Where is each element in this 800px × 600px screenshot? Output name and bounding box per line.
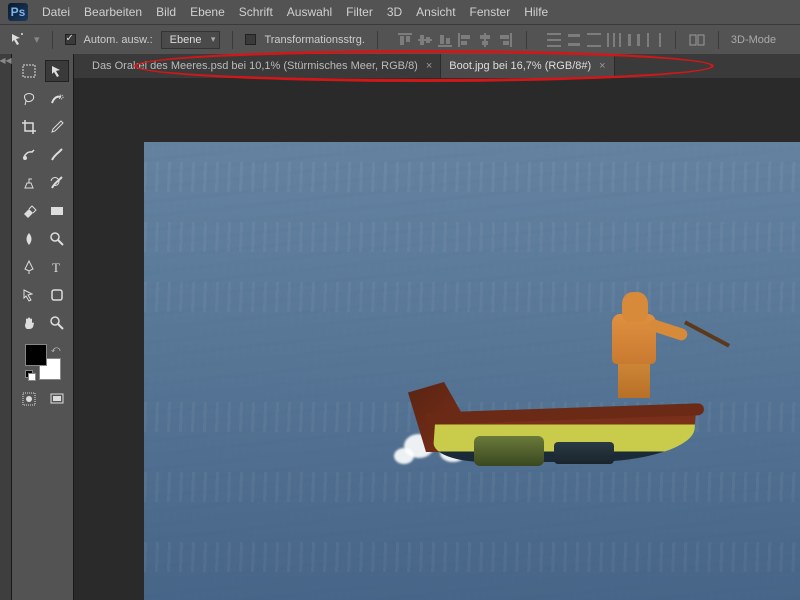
- document-tabs: Das Orakel des Meeres.psd bei 10,1% (Stü…: [74, 54, 800, 78]
- menu-image[interactable]: Bild: [156, 5, 176, 19]
- marquee-tool[interactable]: [17, 60, 41, 82]
- crop-tool[interactable]: [17, 116, 41, 138]
- boat-hull: [414, 402, 714, 462]
- brush-tool[interactable]: [45, 144, 69, 166]
- document-tab-2-label: Boot.jpg bei 16,7% (RGB/8#): [449, 60, 591, 72]
- dist-right-icon[interactable]: [645, 31, 663, 49]
- foreground-color[interactable]: [25, 344, 47, 366]
- align-hcenter-icon[interactable]: [476, 31, 494, 49]
- fishing-gear: [554, 442, 614, 464]
- eraser-tool[interactable]: [17, 200, 41, 222]
- healing-brush-tool[interactable]: [17, 144, 41, 166]
- menu-window[interactable]: Fenster: [470, 5, 511, 19]
- shape-tool[interactable]: [45, 284, 69, 306]
- dist-left-icon[interactable]: [605, 31, 623, 49]
- align-top-icon[interactable]: [396, 31, 414, 49]
- menu-filter[interactable]: Filter: [346, 5, 373, 19]
- quick-mask-tool[interactable]: [17, 388, 41, 410]
- clone-stamp-tool[interactable]: [17, 172, 41, 194]
- dodge-tool[interactable]: [45, 228, 69, 250]
- eyedropper-tool[interactable]: [45, 116, 69, 138]
- dist-hcenter-icon[interactable]: [625, 31, 643, 49]
- menu-bar: Ps Datei Bearbeiten Bild Ebene Schrift A…: [0, 0, 800, 24]
- screen-mode-tool[interactable]: [45, 388, 69, 410]
- path-select-tool[interactable]: [17, 284, 41, 306]
- menu-type[interactable]: Schrift: [239, 5, 273, 19]
- quick-select-tool[interactable]: [45, 88, 69, 110]
- toolbox: T ⤺: [12, 54, 74, 600]
- pen-tool[interactable]: [17, 256, 41, 278]
- swap-colors-icon[interactable]: ⤺: [51, 344, 61, 355]
- align-vcenter-icon[interactable]: [416, 31, 434, 49]
- menu-edit[interactable]: Bearbeiten: [84, 5, 142, 19]
- distribute-buttons: [545, 31, 663, 49]
- auto-select-label: Autom. ausw.:: [84, 34, 153, 46]
- type-tool[interactable]: T: [45, 256, 69, 278]
- document-tab-1[interactable]: Das Orakel des Meeres.psd bei 10,1% (Stü…: [84, 54, 441, 78]
- fishing-gear: [474, 436, 544, 466]
- boat: [414, 332, 714, 472]
- color-swatches[interactable]: ⤺: [25, 344, 61, 380]
- close-tab-icon[interactable]: ×: [426, 60, 432, 72]
- auto-select-checkbox[interactable]: [65, 34, 76, 45]
- toolbox-collapse-handle[interactable]: ◀◀: [0, 54, 12, 600]
- align-bottom-icon[interactable]: [436, 31, 454, 49]
- hand-tool[interactable]: [17, 312, 41, 334]
- auto-select-target-dropdown[interactable]: Ebene: [161, 31, 221, 49]
- svg-text:T: T: [52, 260, 60, 275]
- document-canvas[interactable]: [144, 142, 800, 600]
- show-transform-checkbox[interactable]: [245, 34, 256, 45]
- active-tool-indicator[interactable]: [10, 32, 26, 48]
- move-tool[interactable]: [45, 60, 69, 82]
- gradient-tool[interactable]: [45, 200, 69, 222]
- menu-layer[interactable]: Ebene: [190, 5, 225, 19]
- app-logo: Ps: [8, 3, 28, 21]
- menu-file[interactable]: Datei: [42, 5, 70, 19]
- canvas-area: Das Orakel des Meeres.psd bei 10,1% (Stü…: [74, 54, 800, 600]
- menu-select[interactable]: Auswahl: [287, 5, 332, 19]
- document-tab-2[interactable]: Boot.jpg bei 16,7% (RGB/8#) ×: [441, 54, 614, 78]
- menu-help[interactable]: Hilfe: [524, 5, 548, 19]
- blur-tool[interactable]: [17, 228, 41, 250]
- show-transform-label: Transformationsstrg.: [264, 34, 364, 46]
- dist-vcenter-icon[interactable]: [565, 31, 583, 49]
- align-right-icon[interactable]: [496, 31, 514, 49]
- close-tab-icon[interactable]: ×: [599, 60, 605, 72]
- options-bar: ▾ Autom. ausw.: Ebene Transformationsstr…: [0, 24, 800, 54]
- fisherman: [604, 292, 664, 402]
- zoom-tool[interactable]: [45, 312, 69, 334]
- dist-top-icon[interactable]: [545, 31, 563, 49]
- 3d-mode-label[interactable]: 3D-Mode: [731, 34, 776, 46]
- lasso-tool[interactable]: [17, 88, 41, 110]
- auto-align-icon[interactable]: [688, 31, 706, 49]
- menu-view[interactable]: Ansicht: [416, 5, 455, 19]
- dist-bottom-icon[interactable]: [585, 31, 603, 49]
- history-brush-tool[interactable]: [45, 172, 69, 194]
- align-buttons: [396, 31, 514, 49]
- align-left-icon[interactable]: [456, 31, 474, 49]
- default-colors-icon[interactable]: [25, 370, 35, 380]
- menu-3d[interactable]: 3D: [387, 5, 402, 19]
- document-tab-1-label: Das Orakel des Meeres.psd bei 10,1% (Stü…: [92, 60, 418, 72]
